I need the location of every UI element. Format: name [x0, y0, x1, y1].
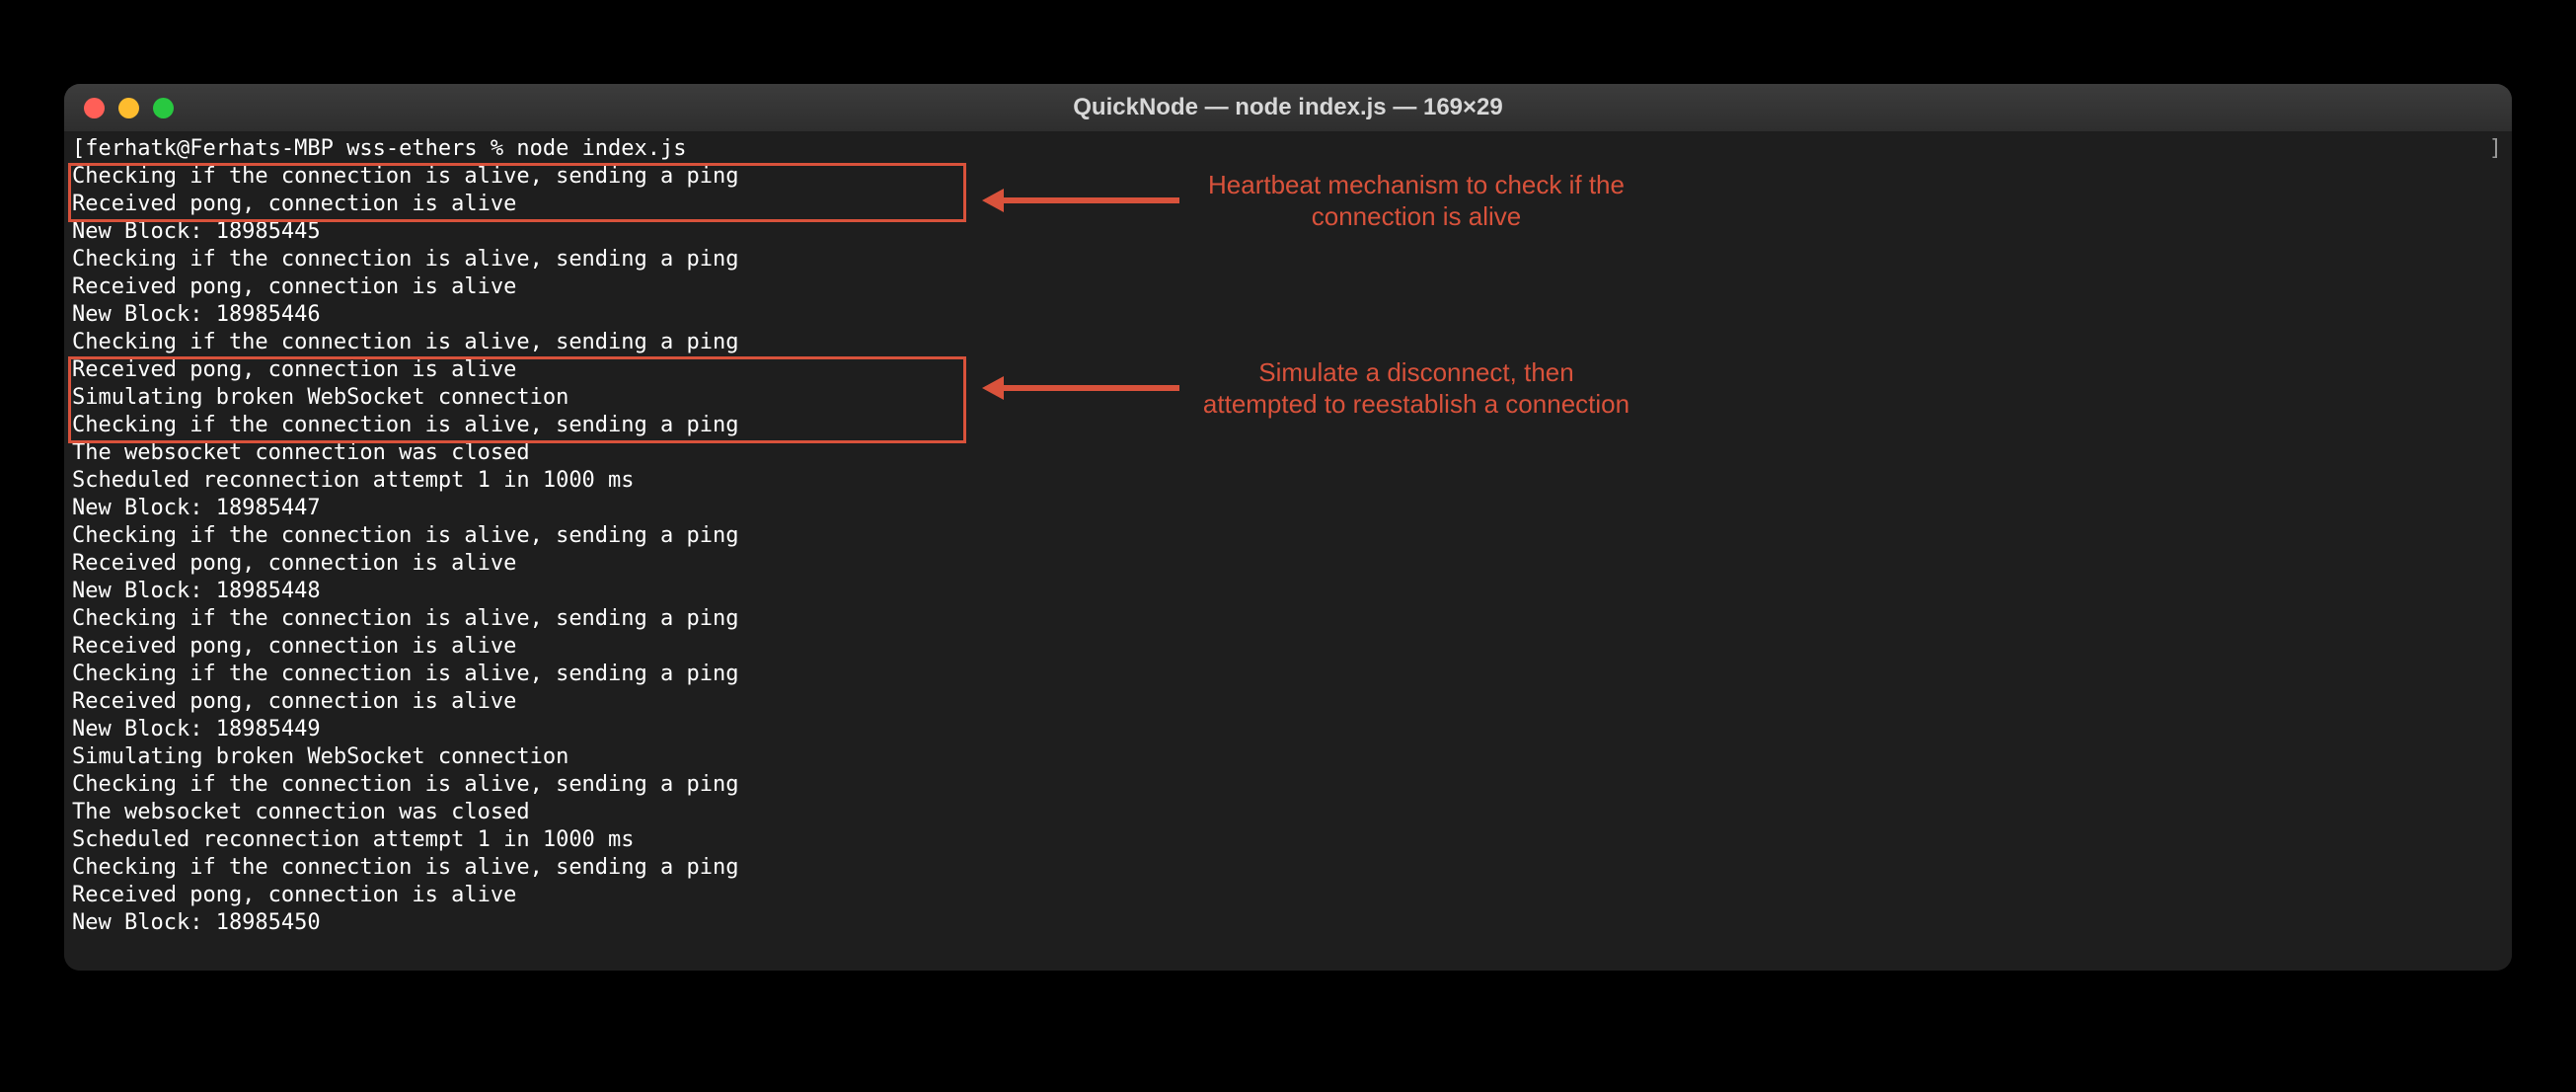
terminal-line: Checking if the connection is alive, sen… — [72, 246, 2504, 273]
terminal-line: Checking if the connection is alive, sen… — [72, 771, 2504, 799]
terminal-line: Received pong, connection is alive — [72, 550, 2504, 578]
terminal-line: The websocket connection was closed — [72, 799, 2504, 826]
terminal-line: New Block: 18985450 — [72, 909, 2504, 937]
terminal-line: Checking if the connection is alive, sen… — [72, 329, 2504, 356]
titlebar[interactable]: QuickNode — node index.js — 169×29 — [64, 84, 2512, 131]
terminal-line: Checking if the connection is alive, sen… — [72, 605, 2504, 633]
terminal-line: Checking if the connection is alive, sen… — [72, 661, 2504, 688]
arrow-left-icon — [982, 384, 1179, 392]
annotation-text: Heartbeat mechanism to check if the conn… — [1199, 169, 1633, 232]
terminal-line: Received pong, connection is alive — [72, 273, 2504, 301]
terminal-body[interactable]: ] [ferhatk@Ferhats-MBP wss-ethers % node… — [64, 131, 2512, 971]
terminal-line: Scheduled reconnection attempt 1 in 1000… — [72, 826, 2504, 854]
window-title: QuickNode — node index.js — 169×29 — [1073, 94, 1502, 121]
terminal-line: Checking if the connection is alive, sen… — [72, 522, 2504, 550]
maximize-icon[interactable] — [153, 98, 174, 118]
close-icon[interactable] — [84, 98, 105, 118]
cursor-bracket-right: ] — [2489, 135, 2502, 163]
terminal-line: The websocket connection was closed — [72, 439, 2504, 467]
annotation-heartbeat: Heartbeat mechanism to check if the conn… — [982, 169, 1633, 232]
terminal-line: New Block: 18985448 — [72, 578, 2504, 605]
minimize-icon[interactable] — [118, 98, 139, 118]
annotation-disconnect: Simulate a disconnect, then attempted to… — [982, 356, 1633, 420]
prompt-line: [ferhatk@Ferhats-MBP wss-ethers % node i… — [72, 135, 2504, 163]
terminal-line: New Block: 18985447 — [72, 495, 2504, 522]
traffic-lights — [84, 98, 174, 118]
arrow-left-icon — [982, 196, 1179, 204]
terminal-line: Checking if the connection is alive, sen… — [72, 854, 2504, 882]
terminal-window: QuickNode — node index.js — 169×29 ] [fe… — [64, 84, 2512, 971]
terminal-line: New Block: 18985449 — [72, 716, 2504, 743]
terminal-line: Scheduled reconnection attempt 1 in 1000… — [72, 467, 2504, 495]
prompt-text: ferhatk@Ferhats-MBP wss-ethers % node in… — [85, 136, 686, 161]
terminal-line: Received pong, connection is alive — [72, 688, 2504, 716]
terminal-line: New Block: 18985446 — [72, 301, 2504, 329]
terminal-line: Simulating broken WebSocket connection — [72, 743, 2504, 771]
terminal-line: Received pong, connection is alive — [72, 633, 2504, 661]
annotation-text: Simulate a disconnect, then attempted to… — [1199, 356, 1633, 420]
terminal-line: Received pong, connection is alive — [72, 882, 2504, 909]
prompt-bracket: [ — [72, 136, 85, 161]
